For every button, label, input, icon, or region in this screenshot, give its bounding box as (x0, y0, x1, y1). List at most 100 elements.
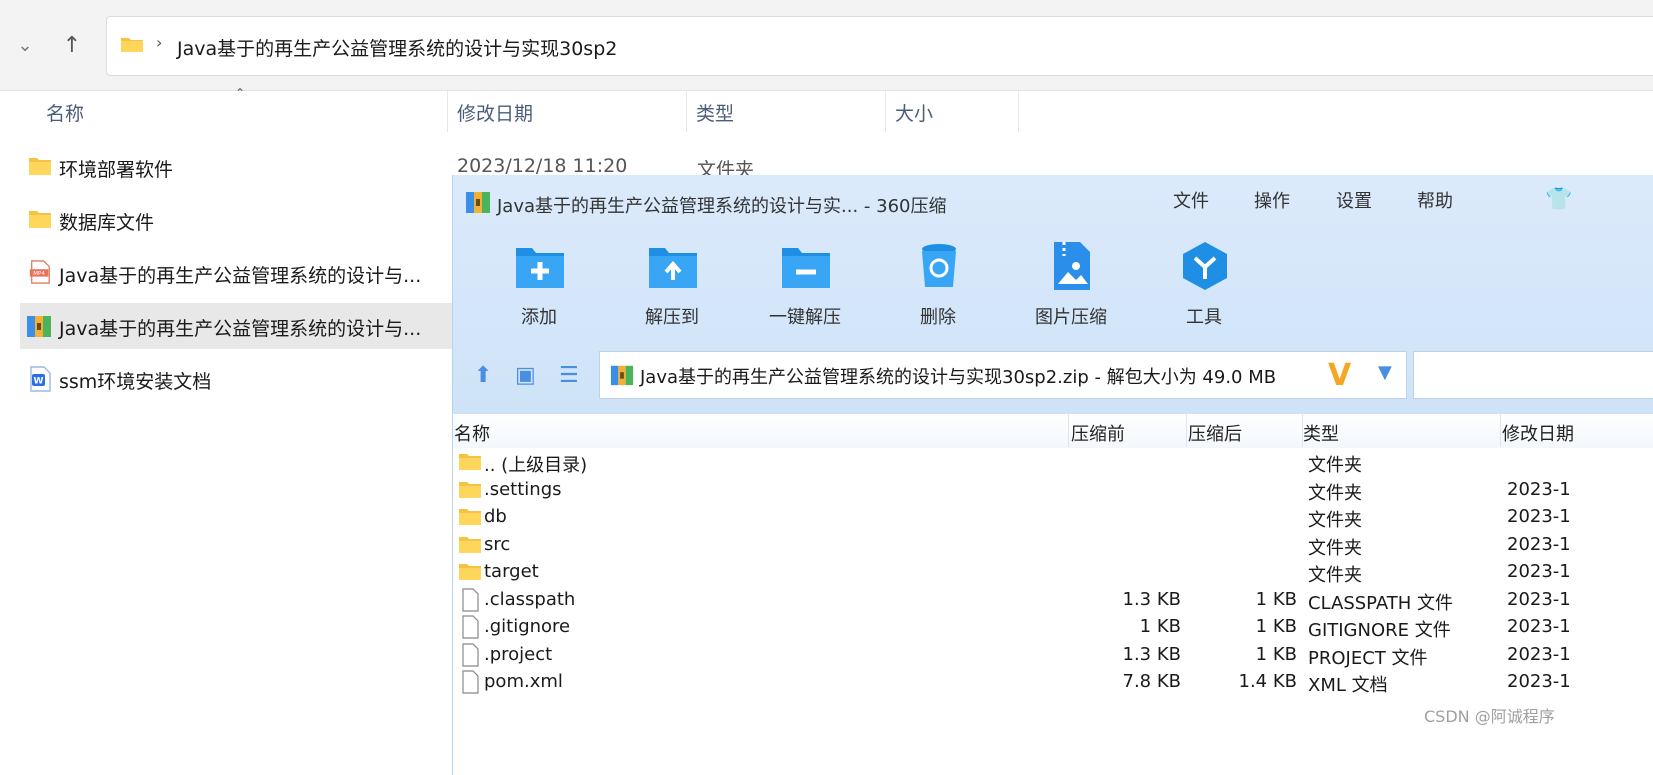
archive-row[interactable]: .project 1.3 KB 1 KB PROJECT 文件 2023-1 (453, 642, 1653, 669)
add-folder-icon (516, 248, 564, 288)
tools-icon (1183, 242, 1227, 290)
svg-text:MP4: MP4 (33, 271, 45, 277)
archive-path-text: Java基于的再生产公益管理系统的设计与实现30sp2.zip - 解包大小为 … (640, 367, 1277, 388)
thumbnail-view-icon[interactable]: ▣ (515, 363, 536, 388)
archive-entry-date: 2023-1 (1507, 561, 1571, 582)
file-icon (462, 643, 479, 667)
up-arrow-button[interactable]: ↑ (58, 32, 86, 60)
archive-entry-type: PROJECT 文件 (1308, 648, 1428, 669)
toolbar-label: 添加 (521, 307, 557, 328)
recent-locations-chevron-icon[interactable]: ⌄ (14, 34, 36, 58)
archive-row[interactable]: target 文件夹 2023-1 (453, 559, 1653, 586)
archive-row[interactable]: db 文件夹 2023-1 (453, 504, 1653, 531)
column-divider[interactable] (686, 90, 687, 132)
archive-entry-before: 7.8 KB (1122, 671, 1182, 692)
toolbar-label: 删除 (920, 307, 956, 328)
archive-entry-type: 文件夹 (1308, 565, 1362, 586)
folder-icon (459, 537, 481, 553)
archive-entry-after: 1 KB (1255, 616, 1297, 637)
tools-button[interactable]: 工具 (1149, 240, 1259, 340)
archive-entry-type: 文件夹 (1308, 510, 1362, 531)
archive-entry-name: db (484, 506, 507, 527)
archive-entry-type: CLASSPATH 文件 (1308, 593, 1454, 614)
archive-col-before[interactable]: 压缩前 (1071, 420, 1125, 446)
menu-help[interactable]: 帮助 (1417, 187, 1453, 213)
folder-icon (29, 211, 51, 228)
file-name: 环境部署软件 (59, 159, 174, 181)
search-input[interactable] (1413, 351, 1653, 399)
toolbar-label: 图片压缩 (1035, 307, 1107, 328)
archive-entry-date: 2023-1 (1507, 534, 1571, 555)
column-divider[interactable] (885, 90, 886, 132)
mp4-icon: MP4 (29, 260, 50, 284)
archive-entry-name: .gitignore (484, 616, 571, 637)
dropdown-arrow-icon[interactable]: ▼ (1378, 362, 1392, 383)
archive-entry-date: 2023-1 (1507, 589, 1571, 610)
archive-entry-type: 文件夹 (1308, 538, 1362, 559)
toolbar-label: 一键解压 (769, 307, 841, 328)
breadcrumb-current-folder[interactable]: Java基于的再生产公益管理系统的设计与实现30sp2 (177, 34, 617, 61)
column-divider[interactable] (1500, 413, 1501, 447)
archive-entry-date: 2023-1 (1507, 479, 1571, 500)
image-compress-button[interactable]: 图片压缩 (1016, 240, 1126, 340)
column-header-modified[interactable]: 修改日期 (457, 99, 533, 126)
menu-file[interactable]: 文件 (1173, 187, 1209, 213)
archive-row[interactable]: .gitignore 1 KB 1 KB GITIGNORE 文件 2023-1 (453, 614, 1653, 641)
folder-icon (459, 564, 481, 580)
zip-window-title: Java基于的再生产公益管理系统的设计与实... - 360压缩 (497, 196, 947, 217)
archive-entry-name: src (484, 534, 511, 555)
archive-row[interactable]: src 文件夹 2023-1 (453, 532, 1653, 559)
archive-col-modified[interactable]: 修改日期 (1502, 420, 1574, 446)
add-button[interactable]: 添加 (484, 240, 594, 340)
skin-shirt-icon[interactable]: 👕 (1545, 187, 1572, 212)
archive-entry-type: 文件夹 (1308, 455, 1362, 476)
archive-row-parent[interactable]: .. (上级目录) 文件夹 (453, 449, 1653, 476)
archive-col-type[interactable]: 类型 (1303, 420, 1339, 446)
column-divider[interactable] (1018, 90, 1019, 132)
column-header-type[interactable]: 类型 (696, 99, 734, 126)
archive-entry-before: 1.3 KB (1122, 589, 1182, 610)
archive-path-bar[interactable]: Java基于的再生产公益管理系统的设计与实现30sp2.zip - 解包大小为 … (599, 351, 1407, 399)
file-row-zip-selected[interactable]: Java基于的再生产公益管理系统的设计与... (20, 303, 452, 349)
delete-button[interactable]: 删除 (883, 240, 993, 340)
folder-icon (121, 38, 143, 52)
column-divider[interactable] (1068, 413, 1069, 447)
archive-entry-date: 2023-1 (1507, 506, 1571, 527)
file-row-word-doc[interactable]: W ssm环境安装文档 (20, 356, 452, 402)
up-level-arrow-icon[interactable]: ⬆ (474, 363, 492, 388)
archive-row[interactable]: .classpath 1.3 KB 1 KB CLASSPATH 文件 2023… (453, 587, 1653, 614)
archive-entry-before: 1 KB (1139, 616, 1181, 637)
breadcrumb-separator: › (156, 33, 163, 52)
menu-operate[interactable]: 操作 (1254, 187, 1290, 213)
archive-col-after[interactable]: 压缩后 (1188, 420, 1242, 446)
archive-entry-before: 1.3 KB (1122, 644, 1182, 665)
toolbar-label: 工具 (1186, 307, 1222, 328)
file-name: ssm环境安装文档 (59, 371, 212, 393)
column-divider[interactable] (1186, 413, 1187, 447)
delete-bin-icon (922, 244, 956, 287)
column-divider[interactable] (447, 90, 448, 132)
v-logo-icon[interactable]: V (1328, 358, 1351, 393)
file-row-video[interactable]: MP4 Java基于的再生产公益管理系统的设计与... (20, 250, 452, 296)
sort-ascending-icon: ⌃ (235, 86, 246, 100)
extract-to-button[interactable]: 解压到 (617, 240, 727, 340)
menu-settings[interactable]: 设置 (1336, 187, 1372, 213)
image-compress-icon (1054, 242, 1090, 290)
archive-row[interactable]: .settings 文件夹 2023-1 (453, 477, 1653, 504)
file-icon (462, 588, 479, 612)
zip-archive-icon (27, 316, 51, 337)
one-click-extract-button[interactable]: 一键解压 (750, 240, 860, 340)
file-name: Java基于的再生产公益管理系统的设计与... (59, 265, 422, 287)
archive-row[interactable]: pom.xml 7.8 KB 1.4 KB XML 文档 2023-1 (453, 669, 1653, 696)
file-row-env-software[interactable]: 环境部署软件 (20, 144, 452, 190)
file-icon (462, 615, 479, 639)
column-header-name[interactable]: 名称 (46, 99, 84, 126)
archive-entry-name: .settings (484, 479, 562, 500)
column-header-size[interactable]: 大小 (895, 99, 933, 126)
list-view-icon[interactable]: ☰ (559, 363, 579, 388)
file-row-database[interactable]: 数据库文件 (20, 197, 452, 243)
archive-entry-name: .. (上级目录) (484, 455, 588, 476)
archive-entry-name: target (484, 561, 539, 582)
archive-col-name[interactable]: 名称 (454, 420, 490, 446)
zip-archive-icon (610, 365, 634, 386)
